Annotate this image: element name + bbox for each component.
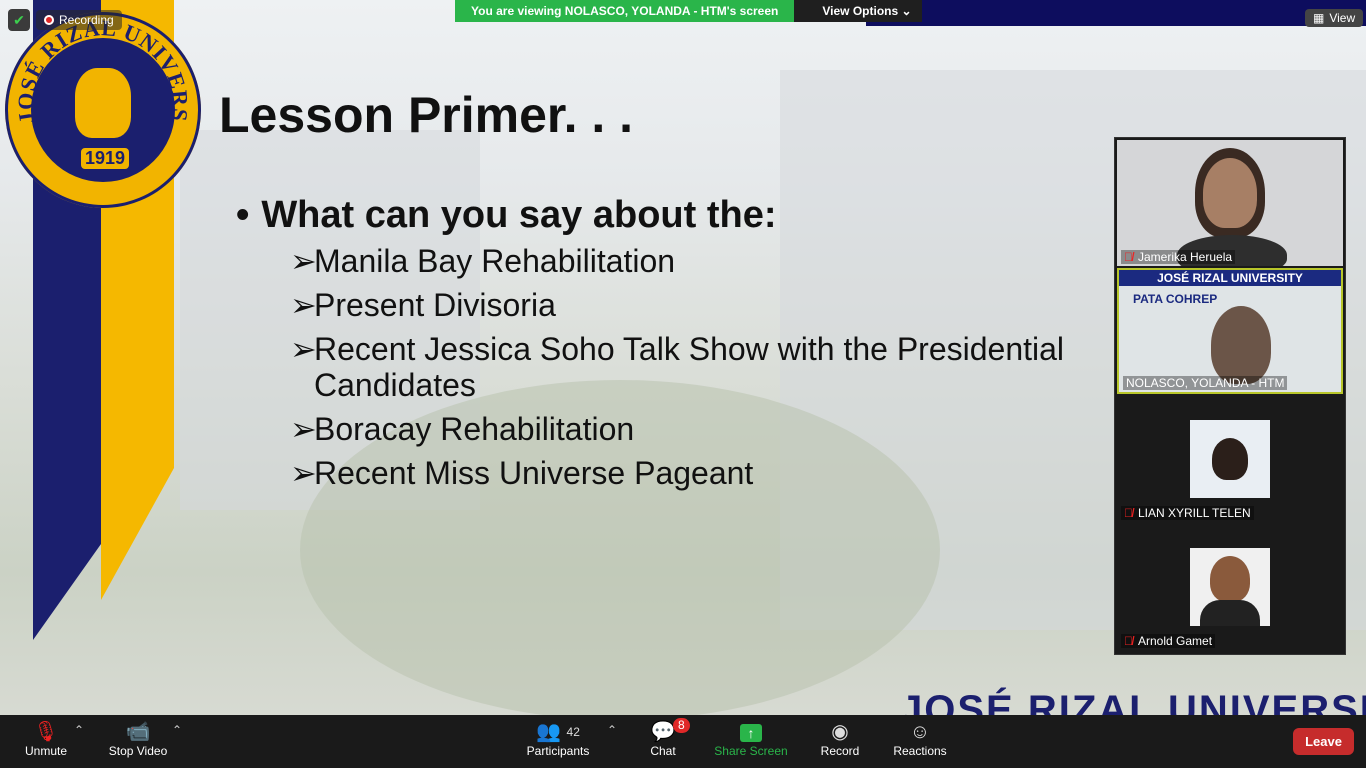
participant-name-tag: 🎙̸ Arnold Gamet — [1121, 634, 1216, 648]
list-item: ➢Recent Jessica Soho Talk Show with the … — [290, 331, 1120, 403]
video-tile-active-speaker[interactable]: JOSÉ RIZAL UNIVERSITY PATA COHREP NOLASC… — [1117, 268, 1343, 394]
list-item: ➢Boracay Rehabilitation — [290, 411, 1120, 447]
arrow-bullet-icon: ➢ — [290, 243, 317, 279]
mic-muted-icon: 🎙̸ — [1124, 634, 1133, 648]
mic-muted-icon: 🎙 — [33, 721, 59, 743]
share-screen-button[interactable]: ↑ Share Screen — [712, 720, 790, 758]
video-tile[interactable]: 🎙̸ Jamerika Heruela — [1117, 140, 1343, 266]
reactions-label: Reactions — [893, 744, 947, 758]
participant-name: NOLASCO, YOLANDA - HTM — [1126, 376, 1285, 390]
record-label: Record — [820, 744, 860, 758]
list-item-text: Manila Bay Rehabilitation — [314, 243, 676, 279]
view-options-label: View Options — [822, 4, 899, 18]
arrow-bullet-icon: ➢ — [290, 455, 317, 491]
seal-year: 1919 — [81, 148, 129, 169]
profile-picture — [1190, 420, 1270, 498]
video-camera-icon: 📹 — [125, 721, 151, 743]
slide-topic-list: ➢Manila Bay Rehabilitation ➢Present Divi… — [290, 243, 1120, 499]
list-item-text: Recent Miss Universe Pageant — [314, 455, 754, 491]
video-options-caret-icon[interactable]: ⌃ — [172, 723, 182, 737]
slide-title: Lesson Primer. . . — [219, 87, 634, 143]
grid-icon: ▦ — [1313, 11, 1325, 25]
participant-video — [1211, 306, 1271, 384]
arrow-bullet-icon: ➢ — [290, 331, 317, 367]
mic-muted-icon: 🎙̸ — [1124, 250, 1133, 264]
security-shield-icon[interactable]: ✔ — [8, 9, 30, 31]
record-button[interactable]: ◉ Record — [818, 720, 862, 758]
recording-pill[interactable]: Recording — [36, 10, 122, 30]
participants-label: Participants — [526, 744, 590, 758]
view-options-button[interactable]: View Options ⌄ — [794, 0, 922, 22]
partner-logos: PATA COHREP — [1133, 292, 1218, 306]
view-button[interactable]: ▦ View — [1305, 9, 1364, 27]
list-item-text: Recent Jessica Soho Talk Show with the P… — [314, 331, 1065, 403]
presenter-top-bar — [866, 0, 1366, 26]
participant-name-tag: 🎙̸ Jamerika Heruela — [1121, 250, 1236, 264]
participant-name-tag: 🎙̸ LIAN XYRILL TELEN — [1121, 506, 1254, 520]
meeting-toolbar: 🎙 Unmute ⌃ 📹 Stop Video ⌃ 👥 42 Participa… — [0, 715, 1366, 768]
video-tile[interactable]: 🎙̸ Arnold Gamet — [1117, 524, 1343, 650]
recording-indicator: ✔ Recording — [8, 8, 122, 32]
participants-options-caret-icon[interactable]: ⌃ — [607, 723, 617, 737]
jru-header-banner: JOSÉ RIZAL UNIVERSITY — [1119, 270, 1341, 286]
chat-unread-badge: 8 — [673, 718, 690, 733]
participants-icon: 👥 42 — [536, 721, 580, 743]
reactions-button[interactable]: ☺ Reactions — [892, 720, 948, 758]
profile-photo — [1212, 438, 1248, 480]
add-reaction-icon: ☺ — [909, 721, 931, 743]
stop-video-label: Stop Video — [108, 744, 168, 758]
participant-gallery: 🎙̸ Jamerika Heruela JOSÉ RIZAL UNIVERSITY… — [1114, 137, 1346, 655]
bullet-icon: • — [236, 194, 250, 236]
record-icon: ◉ — [831, 721, 849, 743]
record-dot-icon — [44, 15, 54, 25]
portrait-icon — [75, 68, 131, 138]
viewing-banner: You are viewing NOLASCO, YOLANDA - HTM's… — [455, 0, 922, 22]
unmute-label: Unmute — [24, 744, 68, 758]
share-screen-label: Share Screen — [714, 744, 788, 758]
participant-name: Arnold Gamet — [1138, 634, 1213, 648]
participant-name: LIAN XYRILL TELEN — [1138, 506, 1251, 520]
chat-button[interactable]: 💬 8 Chat — [642, 718, 690, 758]
university-seal-logo: JOSÉ RIZAL UNIVERSITY 1919 — [5, 12, 201, 208]
arrow-bullet-icon: ➢ — [290, 411, 317, 447]
list-item: ➢Recent Miss Universe Pageant — [290, 455, 1120, 491]
list-item-text: Boracay Rehabilitation — [314, 411, 635, 447]
arrow-bullet-icon: ➢ — [290, 287, 317, 323]
share-screen-icon: ↑ — [712, 720, 790, 744]
participant-name: Jamerika Heruela — [1138, 250, 1233, 264]
unmute-button[interactable]: 🎙 Unmute — [20, 720, 72, 758]
slide-question: • What can you say about the: — [236, 194, 776, 237]
mic-muted-icon: 🎙̸ — [1124, 506, 1133, 520]
profile-photo-body — [1200, 600, 1260, 626]
audio-options-caret-icon[interactable]: ⌃ — [74, 723, 84, 737]
stop-video-button[interactable]: 📹 Stop Video — [104, 720, 172, 758]
participant-name-tag: NOLASCO, YOLANDA - HTM — [1123, 376, 1288, 390]
video-tile[interactable]: 🎙̸ LIAN XYRILL TELEN — [1117, 396, 1343, 522]
profile-picture — [1190, 548, 1270, 626]
recording-label: Recording — [59, 13, 114, 27]
question-text: What can you say about the: — [261, 194, 777, 236]
chat-label: Chat — [650, 744, 676, 758]
viewing-message: You are viewing NOLASCO, YOLANDA - HTM's… — [455, 0, 795, 22]
list-item: ➢Manila Bay Rehabilitation — [290, 243, 1120, 279]
watermark-text: JOSÉ RIZAL UNIVERSITY — [900, 688, 1366, 715]
seal-center: 1919 — [31, 38, 175, 182]
participants-button[interactable]: 👥 42 Participants — [522, 720, 594, 758]
view-label: View — [1329, 11, 1356, 25]
profile-photo — [1210, 556, 1250, 602]
participant-face — [1203, 158, 1257, 228]
list-item-text: Present Divisoria — [314, 287, 556, 323]
participants-count: 42 — [566, 725, 580, 739]
chevron-down-icon: ⌄ — [901, 4, 912, 18]
list-item: ➢Present Divisoria — [290, 287, 1120, 323]
leave-button[interactable]: Leave — [1293, 728, 1354, 755]
